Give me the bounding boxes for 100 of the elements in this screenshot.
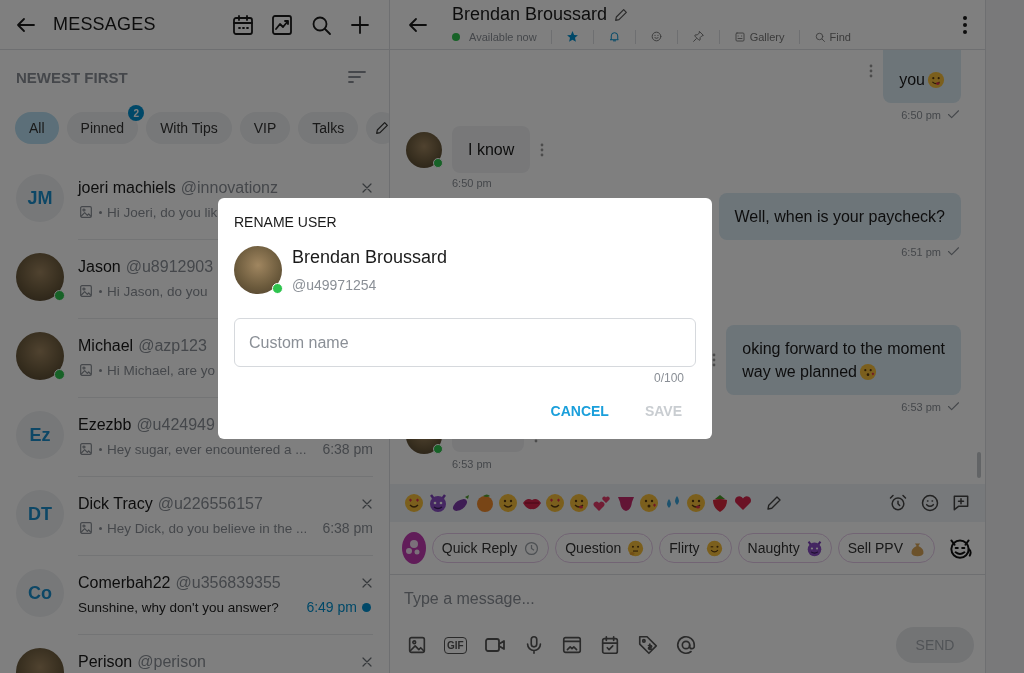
message-time: 6:38 pm [322, 520, 373, 536]
add-comment-button[interactable] [951, 493, 971, 513]
quick-replies-button[interactable] [402, 532, 426, 564]
filter-chip[interactable]: Talks [298, 112, 359, 144]
contact-name: Ezezbb [78, 416, 132, 434]
message-menu-button[interactable] [540, 142, 545, 157]
separator-dot [99, 210, 102, 214]
message-menu-button[interactable] [869, 63, 874, 78]
heart-emoji-icon [733, 493, 753, 513]
pin-button[interactable] [691, 30, 705, 43]
contact-handle: @perison [137, 653, 206, 671]
contact-handle: @azp123 [138, 337, 207, 355]
emoji-button[interactable] [568, 493, 589, 513]
emoji-picker-button[interactable] [919, 493, 940, 513]
photo-placeholder [406, 131, 442, 168]
pin-icon [691, 30, 705, 43]
separator-dot [99, 289, 102, 293]
schedule-button[interactable] [888, 493, 908, 513]
separator-dot [99, 447, 102, 451]
chart-icon [270, 12, 294, 37]
alarm-clock-icon [888, 493, 908, 513]
peach-emoji-icon [474, 493, 495, 513]
filter-chip[interactable]: All [15, 112, 59, 144]
emoji-button[interactable] [733, 493, 753, 513]
emoji-button[interactable] [451, 493, 471, 513]
count-badge: 2 [128, 105, 145, 121]
contact-handle: @u8912903 [125, 258, 214, 276]
kebab-menu-icon [962, 14, 968, 35]
filter-chip[interactable]: With Tips [146, 112, 232, 144]
emoji-button[interactable] [592, 493, 612, 513]
avatar: Ez [16, 411, 64, 459]
gallery-icon [733, 30, 746, 43]
contact-name: Dick Tracy [78, 495, 153, 513]
emoji-button[interactable] [545, 493, 565, 513]
statistics-button[interactable] [270, 12, 294, 37]
emoji-button[interactable] [639, 493, 659, 513]
wink-face-emoji-icon [705, 539, 723, 557]
emoji-button[interactable] [427, 493, 448, 513]
message-preview: Hi Michael, are yo [107, 362, 216, 378]
message-preview: Sunshine, why don't you answer? [78, 599, 279, 615]
message-preview: Hi Jason, do you [107, 283, 208, 299]
sort-label: NEWEST FIRST [16, 68, 128, 86]
kebab-menu-icon [540, 142, 545, 157]
emoji-button[interactable] [498, 493, 518, 513]
more-button[interactable] [962, 14, 968, 35]
avatar: Co [16, 569, 64, 617]
avatar: JM [16, 174, 64, 222]
calendar-button[interactable] [231, 12, 255, 37]
user-handle: @u49971254 [292, 277, 378, 293]
at-sign-icon [674, 634, 697, 656]
quick-reply-chip[interactable]: Flirty [659, 533, 732, 563]
emoji-button[interactable] [686, 493, 706, 513]
sticker-icon [649, 30, 663, 43]
emoji-button[interactable] [404, 493, 424, 513]
pencil-icon [374, 120, 389, 136]
edit-filters-button[interactable] [366, 112, 389, 144]
message-text: I know [468, 140, 515, 160]
contact-handle: @u226556157 [157, 495, 263, 513]
photo-placeholder [16, 332, 64, 380]
message-time: 6:53 pm [901, 400, 941, 413]
custom-name-field[interactable]: Custom name [234, 318, 696, 367]
rename-button[interactable] [613, 6, 630, 23]
attach-image-button[interactable] [406, 634, 428, 656]
quick-reply-chip[interactable]: Question [555, 533, 654, 563]
mention-button[interactable] [674, 634, 697, 656]
message-preview: Hey sugar, ever encountered a ... [107, 441, 307, 457]
avatar: DT [16, 490, 64, 538]
kissing-face-emoji-icon [639, 493, 659, 513]
edit-emojis-button[interactable] [764, 494, 783, 512]
message-text: Well, when is your paycheck? [734, 207, 945, 227]
price-button[interactable] [636, 634, 659, 656]
message-preview: Hi Joeri, do you lik [107, 204, 218, 220]
contact-handle: @innovationz [180, 179, 278, 197]
quick-reply-chip[interactable]: Quick Reply [431, 533, 550, 563]
chat-title: Brendan Broussard [452, 4, 608, 25]
filter-chip[interactable]: VIP [239, 112, 291, 144]
contact-handle: @u424949 [136, 416, 215, 434]
dialog-button[interactable]: CANCEL [542, 397, 617, 425]
quick-reply-chip[interactable]: Naughty [737, 533, 832, 563]
separator-dot [99, 526, 102, 530]
find-button[interactable]: Find [813, 30, 851, 43]
message-time: 6:50 pm [901, 108, 941, 121]
smiling-face-emoji-icon [545, 493, 565, 513]
dialog-title: RENAME USER [234, 214, 338, 230]
pencil-icon [613, 6, 630, 23]
clock-icon [523, 539, 541, 557]
media-card-icon [560, 634, 583, 656]
gif-button[interactable]: GIF [444, 636, 467, 654]
kebab-menu-icon [869, 63, 874, 78]
devil-emoji-icon [805, 539, 823, 557]
sticker-button[interactable] [649, 30, 663, 43]
contact-name: joeri machiels [78, 179, 176, 197]
favorite-button[interactable] [565, 30, 579, 43]
message-menu-button[interactable] [712, 353, 717, 367]
quick-reply-chip[interactable]: Sell PPV [837, 533, 935, 563]
image-icon [406, 634, 428, 656]
gallery-button[interactable]: Gallery [733, 30, 785, 43]
vault-button[interactable] [560, 634, 583, 656]
bell-button[interactable] [607, 30, 621, 43]
separator-dot [99, 368, 102, 372]
